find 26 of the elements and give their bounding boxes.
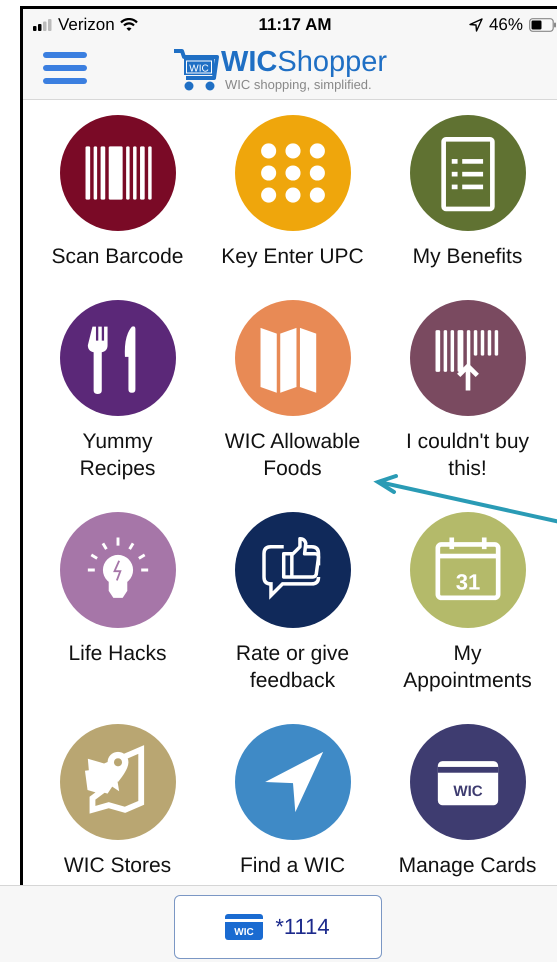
card-icon: WIC bbox=[410, 724, 526, 840]
menu-tile[interactable]: Key Enter UPC bbox=[205, 115, 380, 270]
menu-tile[interactable]: I couldn't buy this! bbox=[380, 300, 555, 482]
app-title: WICShopper bbox=[220, 47, 388, 77]
menu-tile[interactable]: Scan Barcode bbox=[30, 115, 205, 270]
menu-tile[interactable]: Rate or give feedback bbox=[205, 512, 380, 694]
menu-tile[interactable]: WIC Manage Cards bbox=[380, 724, 555, 879]
menu-tile[interactable]: Life Hacks bbox=[30, 512, 205, 694]
location-arrow-icon bbox=[468, 18, 483, 32]
menu-button[interactable] bbox=[43, 52, 87, 84]
battery-icon bbox=[528, 18, 557, 32]
signal-icon bbox=[33, 18, 53, 30]
calendar-icon: 31 bbox=[410, 512, 526, 628]
wic-card-icon: WIC bbox=[225, 914, 264, 940]
app-tagline: WIC shopping, simplified. bbox=[224, 77, 373, 92]
status-time: 11:17 AM bbox=[258, 14, 332, 34]
menu-tile[interactable]: My Benefits bbox=[380, 115, 555, 270]
menu-tile[interactable]: Yummy Recipes bbox=[30, 300, 205, 482]
menu-tile[interactable]: 31 My Appointments bbox=[380, 512, 555, 694]
card-button[interactable]: WIC *1114 bbox=[174, 895, 382, 959]
menu-tile[interactable]: WIC Stores bbox=[30, 724, 205, 879]
battery-percent: 46% bbox=[488, 14, 523, 34]
menu-tile[interactable]: WIC Allowable Foods bbox=[205, 300, 380, 482]
menu-tile[interactable]: Find a WIC bbox=[205, 724, 380, 879]
wifi-icon bbox=[120, 18, 138, 31]
carrier-name: Verizon bbox=[58, 14, 115, 34]
